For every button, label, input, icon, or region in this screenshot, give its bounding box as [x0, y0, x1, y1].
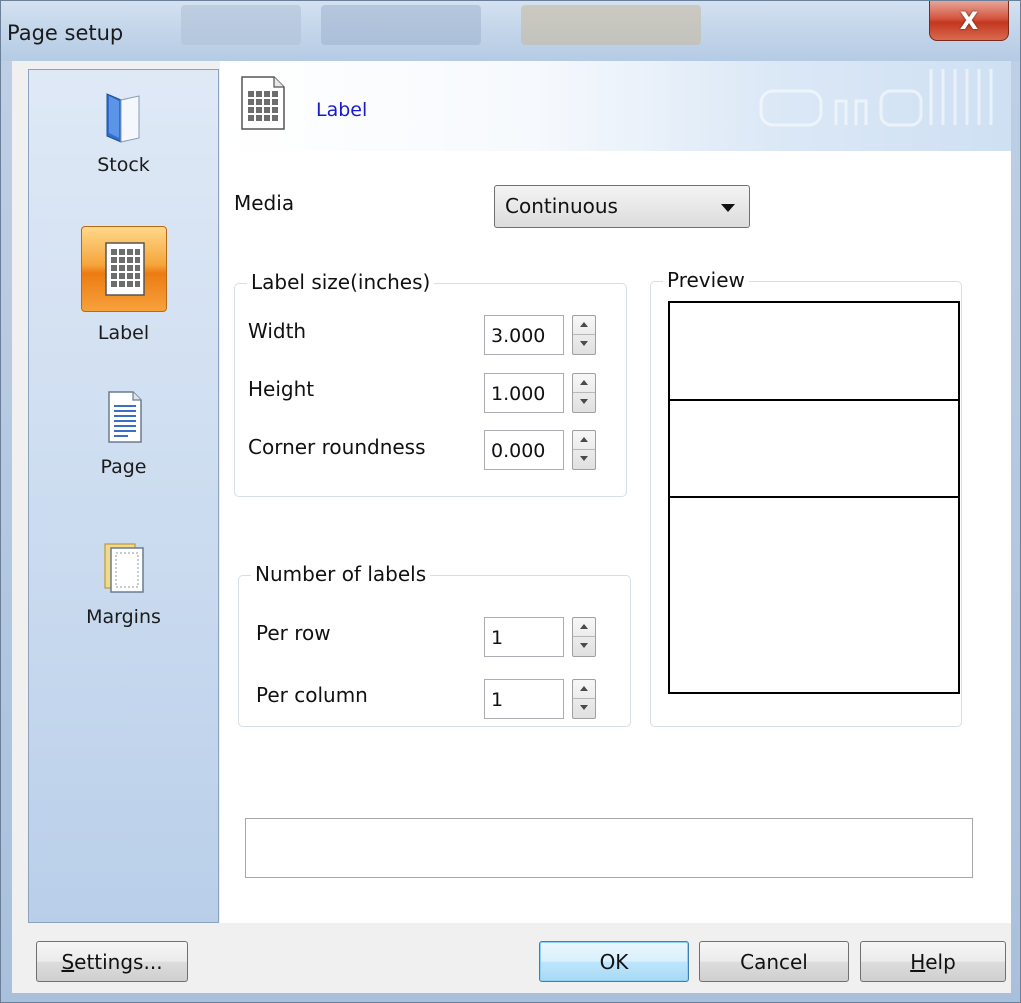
- per-column-increment-button[interactable]: [573, 680, 595, 699]
- window-title: Page setup: [7, 21, 124, 45]
- corner-roundness-increment-button[interactable]: [573, 431, 595, 450]
- height-label: Height: [248, 377, 315, 401]
- cancel-button[interactable]: Cancel: [699, 941, 849, 982]
- margins-page-icon: [95, 538, 153, 596]
- number-of-labels-group-title: Number of labels: [251, 562, 431, 586]
- background-blur: [521, 5, 701, 45]
- width-increment-button[interactable]: [573, 316, 595, 335]
- sidebar-item-label-selected[interactable]: Label: [29, 226, 218, 344]
- ok-button[interactable]: OK: [539, 941, 689, 982]
- settings-button[interactable]: Settings...: [36, 941, 188, 982]
- corner-roundness-spin-buttons: [572, 430, 596, 470]
- corner-roundness-spinner: 0.000: [484, 430, 607, 470]
- corner-roundness-input[interactable]: 0.000: [484, 430, 564, 470]
- sidebar-item-label: Page: [100, 456, 147, 478]
- category-sidebar: Stock Label Page Margins: [28, 69, 219, 923]
- per-column-decrement-button[interactable]: [573, 699, 595, 718]
- sidebar-item-label: Margins: [86, 606, 161, 628]
- sidebar-item-margins[interactable]: Margins: [29, 538, 218, 628]
- width-decrement-button[interactable]: [573, 335, 595, 354]
- width-input[interactable]: 3.000: [484, 315, 564, 355]
- label-size-group-title: Label size(inches): [247, 270, 435, 294]
- media-dropdown[interactable]: Continuous: [494, 185, 750, 228]
- corner-roundness-decrement-button[interactable]: [573, 450, 595, 469]
- settings-button-label: ettings...: [74, 950, 163, 974]
- panel-title: Label: [316, 99, 368, 121]
- close-icon: X: [959, 6, 979, 35]
- per-row-spin-buttons: [572, 617, 596, 657]
- background-blur: [181, 5, 301, 45]
- preview-group-title: Preview: [663, 268, 749, 292]
- width-spinner: 3.000: [484, 315, 607, 355]
- per-column-label: Per column: [256, 683, 368, 707]
- label-settings-panel: Label Media Continuous Label size(inches…: [220, 61, 1011, 923]
- per-row-decrement-button[interactable]: [573, 637, 595, 656]
- cancel-button-label: Cancel: [740, 950, 808, 974]
- width-spin-buttons: [572, 315, 596, 355]
- height-spin-buttons: [572, 373, 596, 413]
- sidebar-item-label: Stock: [97, 154, 150, 176]
- media-label: Media: [234, 191, 295, 215]
- per-row-input[interactable]: 1: [484, 617, 564, 657]
- background-blur: [321, 5, 481, 45]
- height-spinner: 1.000: [484, 373, 607, 413]
- page-setup-dialog: Page setup X Stock Label Page Margins La…: [0, 0, 1021, 1003]
- label-preview-canvas: [668, 301, 960, 694]
- width-label: Width: [248, 319, 307, 343]
- label-grid-icon: [240, 75, 286, 135]
- sidebar-item-stock[interactable]: Stock: [29, 86, 218, 176]
- help-button[interactable]: Help: [860, 941, 1006, 982]
- settings-mnemonic: S: [61, 950, 75, 974]
- close-button[interactable]: X: [929, 1, 1009, 41]
- panel-header: Label: [220, 61, 1011, 151]
- per-row-label: Per row: [256, 621, 331, 645]
- height-decrement-button[interactable]: [573, 393, 595, 412]
- label-grid-icon: [80, 226, 167, 312]
- page-document-icon: [95, 388, 153, 446]
- stock-folder-icon: [95, 86, 153, 144]
- height-input[interactable]: 1.000: [484, 373, 564, 413]
- preview-label-divider: [670, 399, 958, 401]
- ok-button-label: OK: [599, 950, 629, 974]
- per-column-spinner: 1: [484, 679, 607, 719]
- preview-label-divider: [670, 496, 958, 498]
- height-increment-button[interactable]: [573, 374, 595, 393]
- corner-roundness-label: Corner roundness: [248, 435, 426, 459]
- header-decoration-graphic: [759, 69, 993, 127]
- sidebar-item-label: Label: [97, 322, 150, 344]
- media-selected-value: Continuous: [505, 194, 618, 218]
- per-row-increment-button[interactable]: [573, 618, 595, 637]
- per-column-input[interactable]: 1: [484, 679, 564, 719]
- per-column-spin-buttons: [572, 679, 596, 719]
- chevron-down-icon: [721, 204, 735, 212]
- status-message-box: [245, 818, 973, 878]
- per-row-spinner: 1: [484, 617, 607, 657]
- help-button-label: elp: [925, 950, 956, 974]
- help-mnemonic: H: [910, 950, 926, 974]
- sidebar-item-page[interactable]: Page: [29, 388, 218, 478]
- title-bar[interactable]: Page setup X: [1, 1, 1020, 61]
- dialog-client-area: Stock Label Page Margins Label Media Con…: [12, 61, 1011, 993]
